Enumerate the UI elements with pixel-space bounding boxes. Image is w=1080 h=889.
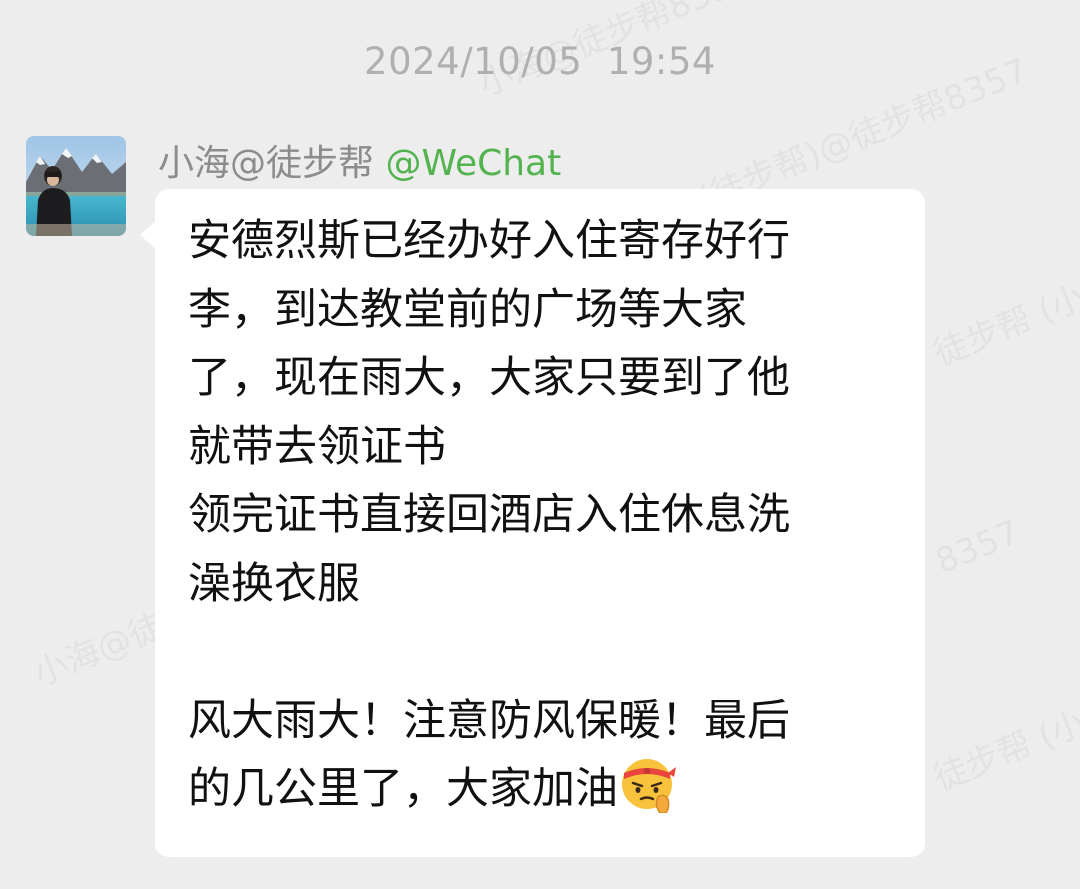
message-line: 了，现在雨大，大家只要到了他 (188, 353, 790, 403)
message-line: 就带去领证书 (188, 421, 446, 472)
message-line: 澡换衣服 (188, 558, 360, 609)
bubble-tail (140, 221, 156, 249)
watermark-text: 8357 (930, 513, 1025, 583)
message-line-blank (188, 618, 888, 687)
watermark-text: 徒步帮 (小海 (925, 682, 1080, 800)
message-line: 风大雨大！注意防风保暖！最后 (188, 695, 790, 746)
sender-name[interactable]: 小海@徒步帮 (158, 143, 374, 184)
sender-source-tag: @WeChat (385, 143, 562, 184)
message-text: 安德烈斯已经办好入住寄存好行 李，到达教堂前的广场等大家 了，现在雨大，大家只要… (188, 207, 888, 824)
message-line: 安德烈斯已经办好入住寄存好行 (188, 216, 790, 266)
saluting-face-headband-icon (620, 755, 678, 834)
watermark-text: 徒步帮 (小海 (925, 257, 1080, 375)
message-line: 领完证书直接回酒店入住休息洗 (188, 490, 790, 540)
message-line: 李，到达教堂前的广场等大家 (188, 284, 747, 335)
message-sender: 小海@徒步帮 @WeChat (158, 134, 561, 186)
message-line: 的几公里了，大家加油 (188, 764, 618, 814)
avatar[interactable] (26, 136, 126, 236)
avatar-photo (26, 136, 126, 236)
message-line-last: 的几公里了，大家加油 (188, 755, 888, 824)
message-timestamp: 2024/10/05 19:54 (364, 40, 716, 83)
